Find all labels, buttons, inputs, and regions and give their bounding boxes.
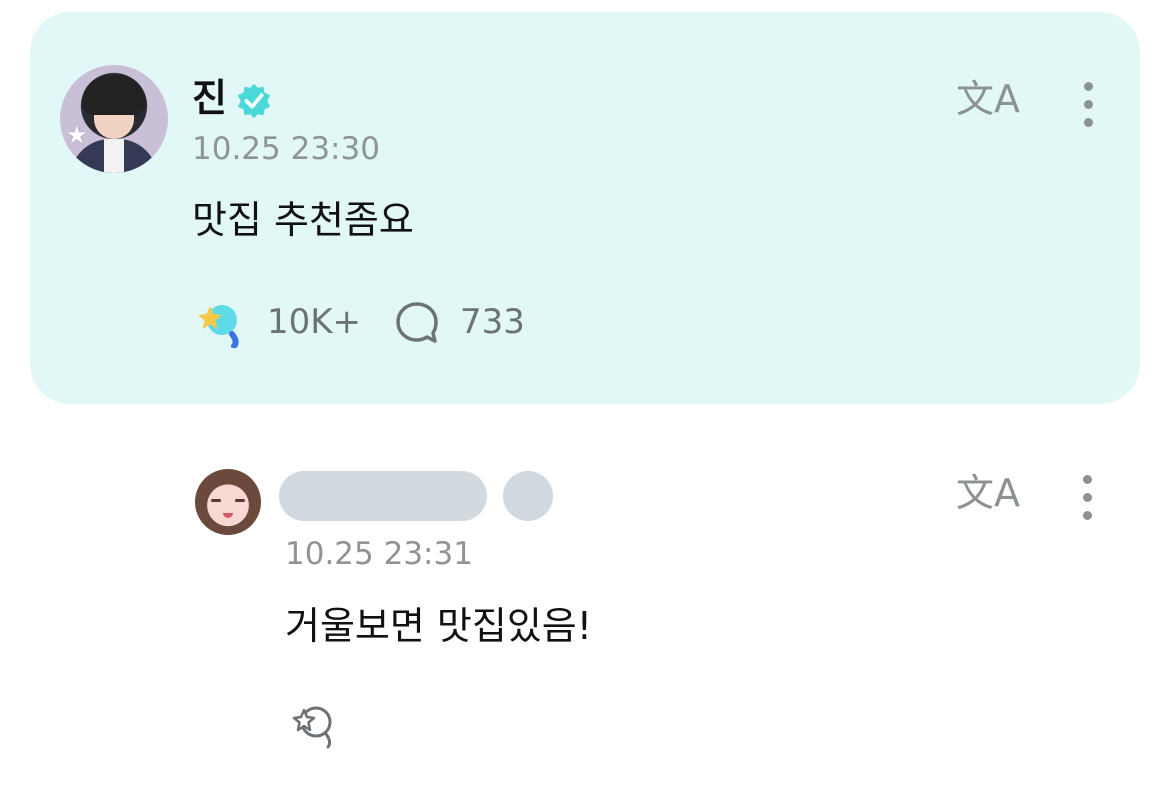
- post-card[interactable]: ★ 진 10.25 23:30 맛집 추천좀요 文A 10K+ 733: [30, 12, 1140, 404]
- avatar-mouth: [223, 513, 233, 518]
- reply-avatar[interactable]: [195, 469, 261, 535]
- avatar-shirt: [104, 139, 124, 173]
- reaction-count: 10K+: [267, 302, 362, 342]
- reply-author-badge-redacted: [503, 471, 553, 521]
- avatar-eye: [211, 499, 221, 502]
- speech-bubble-icon[interactable]: [394, 300, 440, 346]
- more-vertical-icon[interactable]: [1079, 475, 1095, 523]
- verified-check-icon: [237, 83, 271, 119]
- more-vertical-icon[interactable]: [1080, 82, 1096, 130]
- translate-icon[interactable]: 文A: [956, 468, 1020, 518]
- author-avatar[interactable]: ★: [60, 65, 168, 173]
- feed-page: ★ 진 10.25 23:30 맛집 추천좀요 文A 10K+ 733 文A 1…: [0, 0, 1170, 805]
- reply-timestamp: 10.25 23:31: [285, 536, 473, 572]
- star-balloon-icon[interactable]: [288, 700, 338, 750]
- post-timestamp: 10.25 23:30: [192, 131, 380, 167]
- avatar-hair: [82, 75, 146, 115]
- comment-count: 733: [460, 302, 525, 342]
- avatar-eye: [235, 499, 245, 502]
- author-name[interactable]: 진: [192, 78, 227, 118]
- reply-text: 거울보면 맛집있음!: [285, 604, 592, 648]
- translate-icon[interactable]: 文A: [956, 74, 1020, 124]
- star-balloon-icon[interactable]: [194, 298, 244, 348]
- post-text: 맛집 추천좀요: [192, 198, 414, 242]
- star-icon: ★: [66, 121, 88, 149]
- reply-author-name-redacted[interactable]: [279, 471, 487, 521]
